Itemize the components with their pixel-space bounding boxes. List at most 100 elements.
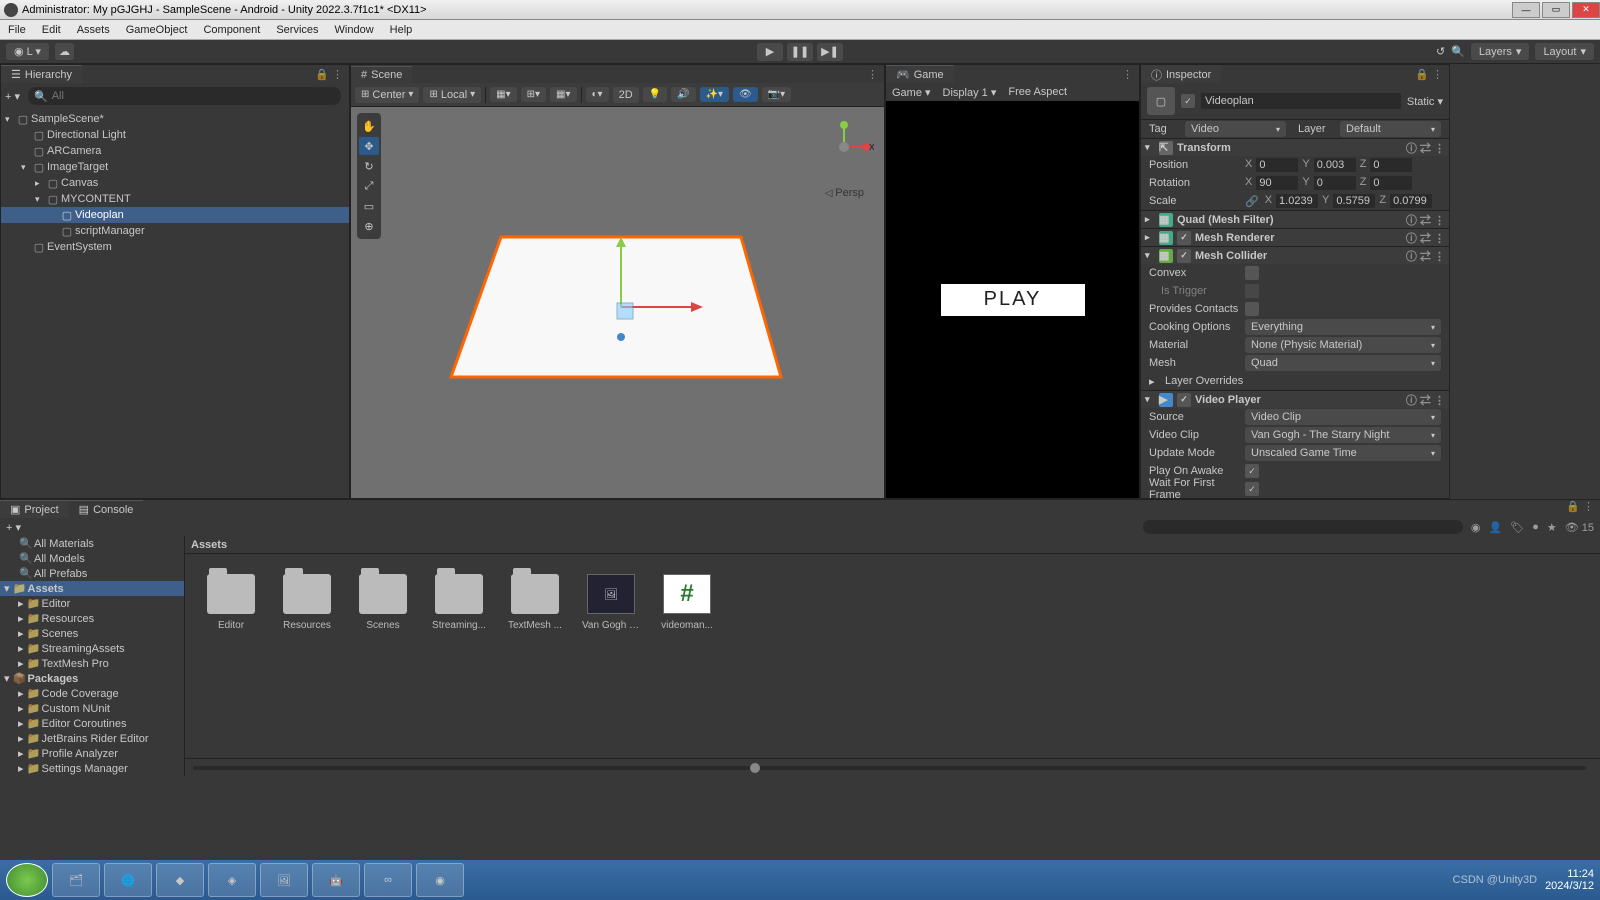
meshcollider-enabled[interactable]	[1177, 249, 1191, 263]
convex-checkbox[interactable]	[1245, 266, 1259, 280]
menu-assets[interactable]: Assets	[77, 24, 110, 36]
project-search[interactable]	[1143, 520, 1463, 534]
scale-y[interactable]	[1333, 194, 1375, 208]
package-item[interactable]: ▸📁Code Coverage	[0, 686, 184, 701]
hierarchy-tree[interactable]: ▾▢SampleScene*▢Directional Light▢ARCamer…	[1, 109, 349, 257]
package-item[interactable]: ▸📁Editor Coroutines	[0, 716, 184, 731]
orientation-gizmo[interactable]: x	[814, 117, 874, 177]
menu-services[interactable]: Services	[276, 24, 318, 36]
hierarchy-item[interactable]: ▢Directional Light	[1, 127, 349, 143]
snap-increment[interactable]: ⊞▾	[521, 87, 546, 102]
project-breadcrumb[interactable]: Assets	[191, 539, 227, 551]
scale-tool[interactable]: ⤢	[359, 177, 379, 195]
display-dropdown[interactable]: Display 1 ▾	[943, 86, 997, 99]
hierarchy-item[interactable]: ▢scriptManager	[1, 223, 349, 239]
awake-checkbox[interactable]	[1245, 464, 1259, 478]
2d-toggle[interactable]: 2D	[613, 87, 639, 103]
project-folder[interactable]: ▸📁TextMesh Pro	[0, 656, 184, 671]
hidden-toggle[interactable]: 👁	[733, 87, 758, 102]
asset-item[interactable]: TextMesh ...	[509, 574, 561, 631]
project-folder[interactable]: ▸📁StreamingAssets	[0, 641, 184, 656]
inspector-tab[interactable]: ⓘ Inspector	[1141, 64, 1221, 85]
favorite-item[interactable]: 🔍All Materials	[0, 536, 184, 551]
rot-z[interactable]	[1370, 176, 1412, 190]
filter-type-icon[interactable]: 👤	[1489, 521, 1503, 534]
step-button[interactable]: ▶❚	[817, 43, 843, 61]
assets-grid[interactable]: EditorResourcesScenesStreaming...TextMes…	[185, 554, 1600, 758]
menu-file[interactable]: File	[8, 24, 26, 36]
grid-visibility[interactable]: ▦▾	[550, 87, 576, 102]
scene-object-plane[interactable]	[431, 217, 791, 417]
projection-label[interactable]: ◁ Persp	[825, 187, 864, 199]
rot-x[interactable]	[1256, 176, 1298, 190]
grid-snap[interactable]: ▦▾	[490, 87, 516, 102]
hierarchy-search-input[interactable]	[52, 90, 335, 102]
meshcollider-header[interactable]: ▾▦ Mesh Colliderⓘ ⇄ ⋮	[1141, 246, 1449, 264]
packages-root[interactable]: ▾📦Packages	[0, 671, 184, 686]
taskbar-app[interactable]: ◉	[416, 863, 464, 897]
camera-settings[interactable]: 📷▾	[762, 87, 791, 102]
hierarchy-item[interactable]: ▢EventSystem	[1, 239, 349, 255]
project-folder[interactable]: ▸📁Resources	[0, 611, 184, 626]
taskbar-unity-hub[interactable]: ◆	[156, 863, 204, 897]
mesh-field[interactable]: Quad	[1245, 355, 1441, 371]
taskbar-vs[interactable]: ∞	[364, 863, 412, 897]
pos-x[interactable]	[1256, 158, 1298, 172]
clock-time[interactable]: 11:24	[1545, 868, 1594, 880]
move-tool[interactable]: ✥	[359, 137, 379, 155]
tag-dropdown[interactable]: Video	[1185, 121, 1286, 137]
aspect-dropdown[interactable]: Free Aspect	[1008, 86, 1067, 98]
favorite-item[interactable]: 🔍All Prefabs	[0, 566, 184, 581]
account-dropdown[interactable]: ◉ L ▾	[6, 43, 49, 60]
asset-item[interactable]: Editor	[205, 574, 257, 631]
rot-y[interactable]	[1314, 176, 1356, 190]
meshrenderer-enabled[interactable]	[1177, 231, 1191, 245]
menu-gameobject[interactable]: GameObject	[126, 24, 188, 36]
asset-item[interactable]: Streaming...	[433, 574, 485, 631]
layout-dropdown[interactable]: Layout ▾	[1535, 43, 1594, 60]
meshrenderer-header[interactable]: ▸▦ Mesh Rendererⓘ ⇄ ⋮	[1141, 228, 1449, 246]
scene-tab[interactable]: # Scene	[351, 66, 412, 83]
menu-component[interactable]: Component	[203, 24, 260, 36]
videoplayer-enabled[interactable]	[1177, 393, 1191, 407]
favorite-item[interactable]: 🔍All Models	[0, 551, 184, 566]
cloud-button[interactable]: ☁	[55, 43, 74, 60]
play-ui-button[interactable]: PLAY	[941, 284, 1085, 316]
scale-x[interactable]	[1276, 194, 1318, 208]
fx-toggle[interactable]: ✨▾	[700, 87, 729, 102]
minimize-button[interactable]: —	[1512, 2, 1540, 18]
scene-viewport[interactable]: ✋ ✥ ↻ ⤢ ▭ ⊕ x ◁ Persp	[351, 107, 884, 498]
videoclip-field[interactable]: Van Gogh - The Starry Night	[1245, 427, 1441, 443]
taskbar-unity[interactable]: ◈	[208, 863, 256, 897]
transform-tool[interactable]: ⊕	[359, 217, 379, 235]
asset-item[interactable]: Resources	[281, 574, 333, 631]
project-folder[interactable]: ▸📁Scenes	[0, 626, 184, 641]
active-checkbox[interactable]	[1181, 94, 1195, 108]
package-item[interactable]: ▸📁Profile Analyzer	[0, 746, 184, 761]
package-item[interactable]: ▸📁Custom NUnit	[0, 701, 184, 716]
static-dropdown[interactable]: Static ▾	[1407, 95, 1443, 108]
create-dropdown[interactable]: + ▾	[5, 90, 20, 103]
package-item[interactable]: ▸📁JetBrains Rider Editor	[0, 731, 184, 746]
view-tool[interactable]: ✋	[359, 117, 379, 135]
updatemode-dropdown[interactable]: Unscaled Game Time	[1245, 445, 1441, 461]
search-icon[interactable]: 🔍	[1451, 45, 1465, 58]
game-mode-dropdown[interactable]: Game ▾	[892, 86, 931, 99]
pause-button[interactable]: ❚❚	[787, 43, 813, 61]
quad-header[interactable]: ▸▦ Quad (Mesh Filter)ⓘ ⇄ ⋮	[1141, 210, 1449, 228]
project-folder[interactable]: ▸📁Editor	[0, 596, 184, 611]
rotate-tool[interactable]: ↻	[359, 157, 379, 175]
lighting-toggle[interactable]: 💡	[643, 87, 667, 102]
physmat-field[interactable]: None (Physic Material)	[1245, 337, 1441, 353]
hierarchy-tab[interactable]: ☰ Hierarchy	[1, 65, 82, 83]
menu-help[interactable]: Help	[390, 24, 413, 36]
assets-root[interactable]: ▾📁Assets	[0, 581, 184, 596]
project-create[interactable]: + ▾	[6, 521, 21, 534]
scale-z[interactable]	[1390, 194, 1432, 208]
layer-dropdown[interactable]: Default	[1340, 121, 1441, 137]
menu-edit[interactable]: Edit	[42, 24, 61, 36]
tool-handle-rotation[interactable]: ⊞Local▾	[423, 87, 481, 103]
layers-dropdown[interactable]: Layers ▾	[1471, 43, 1530, 60]
taskbar-chrome[interactable]: 🌐	[104, 863, 152, 897]
hierarchy-item[interactable]: ▾▢SampleScene*	[1, 111, 349, 127]
